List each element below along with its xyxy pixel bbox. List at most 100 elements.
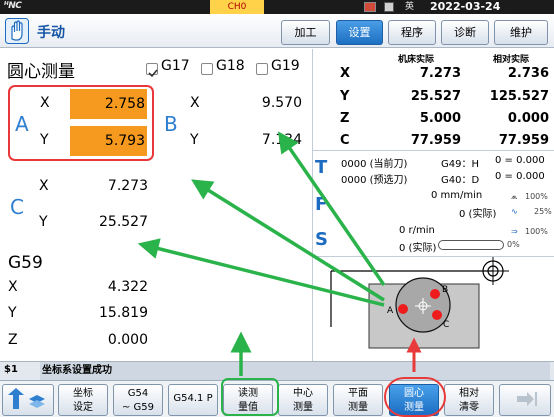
spindle-load-pct: 0% — [507, 240, 520, 249]
wcs-x-label: X — [8, 279, 18, 295]
current-tool: 0000 (当前刀) — [341, 159, 408, 170]
relative-x: 2.736 — [507, 66, 549, 81]
coord-axis-y: Y — [340, 89, 350, 104]
tab-diagnosis[interactable]: 诊断 — [441, 20, 489, 45]
g17-label: G17 — [161, 58, 190, 74]
point-c-x-label: X — [39, 178, 49, 194]
coord-axis-z: Z — [340, 111, 350, 126]
tab-maintenance[interactable]: 维护 — [494, 20, 548, 45]
circle-center-measure-panel: 圆心测量 G17 G18 G19 A X 2.758 Y 5.793 B X 9… — [0, 49, 312, 361]
g18-label: G18 — [216, 58, 245, 74]
machine-x: 7.273 — [419, 66, 461, 81]
machine-z: 5.000 — [419, 111, 461, 126]
channel-prefix: $1 — [4, 364, 18, 375]
status-message: 坐标系设置成功 — [40, 362, 550, 380]
point-a-y-label: Y — [40, 132, 49, 148]
point-a-y-value[interactable]: 5.793 — [70, 126, 147, 156]
level-up-icon — [8, 388, 45, 409]
rapid-override-pct: 25% — [534, 207, 552, 216]
diagram-label-b: B — [442, 285, 448, 295]
coord-axis-x: X — [340, 66, 351, 81]
machine-c: 77.959 — [410, 133, 461, 148]
point-b-label: B — [164, 112, 178, 136]
feed-override-icon: ⩕ — [511, 192, 518, 201]
preselected-tool: 0000 (预选刀) — [341, 175, 408, 186]
relative-actual-header: 相对实际 — [493, 55, 530, 65]
length-comp-value: 0 = 0.000 — [495, 155, 545, 166]
length-comp-code: G49：H — [441, 159, 479, 170]
tab-program[interactable]: 程序 — [388, 20, 436, 45]
radius-comp-value: 0 = 0.000 — [495, 171, 545, 182]
arrow-right-icon — [517, 392, 537, 406]
spindle-rate: 0 r/min — [399, 225, 435, 236]
g17-checkbox[interactable] — [146, 63, 158, 78]
spindle-override-pct: 100% — [525, 227, 548, 236]
status-column: 机床实际 相对实际 X 7.273 2.736 Y 25.527 125.527… — [312, 49, 554, 361]
probe-point-a — [398, 304, 408, 314]
next-page-button[interactable] — [499, 384, 551, 416]
channel-indicator: CH0 — [210, 0, 264, 14]
relative-c: 77.959 — [498, 133, 549, 148]
center-measure-button[interactable]: 中心 测量 — [278, 384, 328, 416]
point-c-x-value[interactable]: 7.273 — [64, 178, 148, 194]
machine-y: 25.527 — [410, 89, 461, 104]
divider — [313, 150, 554, 151]
top-status-bar: ᴴNC CH0 英 2022-03-24 09:02:12 — [0, 0, 554, 27]
point-b-x-label: X — [190, 95, 200, 111]
relative-zero-button[interactable]: 相对 清零 — [444, 384, 494, 416]
header-bar: 手动 加工 设置 程序 诊断 维护 — [0, 14, 554, 48]
check-icon — [148, 69, 158, 78]
spindle-override-icon: ⇒ — [511, 227, 518, 236]
feed-actual: 0 (实际) — [459, 209, 497, 220]
spindle-actual: 0 (实际) — [399, 243, 437, 254]
feed-rate: 0 mm/min — [431, 190, 483, 201]
tool-letter: T — [315, 157, 328, 178]
probe-point-c — [432, 310, 442, 320]
g19-checkbox[interactable] — [256, 63, 268, 75]
diagram-label-c: C — [443, 320, 449, 330]
wcs-name: G59 — [8, 253, 43, 273]
probe-point-b — [430, 289, 440, 299]
g54-1-p-button[interactable]: G54.1 P — [168, 384, 218, 416]
point-c-label: C — [10, 195, 24, 219]
point-a-x-value[interactable]: 2.758 — [70, 89, 147, 119]
return-upper-button[interactable] — [2, 384, 54, 416]
point-b-y-value[interactable]: 7.134 — [214, 132, 302, 148]
g19-label: G19 — [271, 58, 300, 74]
wcs-x-value: 4.322 — [107, 279, 148, 295]
language-indicator[interactable]: 英 — [405, 0, 414, 14]
wcs-y-value: 15.819 — [99, 305, 148, 321]
machine-actual-header: 机床实际 — [398, 55, 435, 65]
tab-settings[interactable]: 设置 — [336, 20, 383, 45]
status-icon — [384, 2, 394, 12]
wcs-z-value: 0.000 — [107, 332, 148, 348]
g18-checkbox[interactable] — [201, 63, 213, 75]
point-c-y-label: Y — [39, 214, 48, 230]
connection-icon — [364, 2, 376, 12]
hnc-logo: ᴴNC — [4, 1, 22, 11]
spindle-letter: S — [315, 229, 328, 250]
point-a-label: A — [15, 112, 29, 136]
highlight-ring-read-measured — [221, 378, 279, 416]
point-b-x-value[interactable]: 9.570 — [214, 95, 302, 111]
circle-measure-diagram: A B C — [313, 257, 554, 361]
relative-y: 125.527 — [489, 89, 549, 104]
feed-override-pct: 100% — [525, 192, 548, 201]
point-b-y-label: Y — [190, 132, 199, 148]
tab-machining[interactable]: 加工 — [281, 20, 330, 45]
wcs-y-label: Y — [8, 305, 17, 321]
g54-g59-button[interactable]: G54 ~ G59 — [113, 384, 163, 416]
feed-letter: F — [315, 194, 328, 215]
coord-setting-button[interactable]: 坐标 设定 — [58, 384, 108, 416]
point-c-y-value[interactable]: 25.527 — [64, 214, 148, 230]
mode-label: 手动 — [37, 25, 65, 41]
highlight-ring-circle-measure — [384, 377, 446, 417]
hand-icon — [5, 18, 29, 44]
wcs-z-label: Z — [8, 332, 18, 348]
plane-measure-button[interactable]: 平面 测量 — [333, 384, 383, 416]
coord-axis-c: C — [340, 133, 350, 148]
rapid-override-icon: ∿ — [511, 207, 518, 216]
point-a-x-label: X — [40, 95, 50, 111]
diagram-label-a: A — [387, 306, 394, 316]
panel-title: 圆心测量 — [7, 62, 75, 82]
